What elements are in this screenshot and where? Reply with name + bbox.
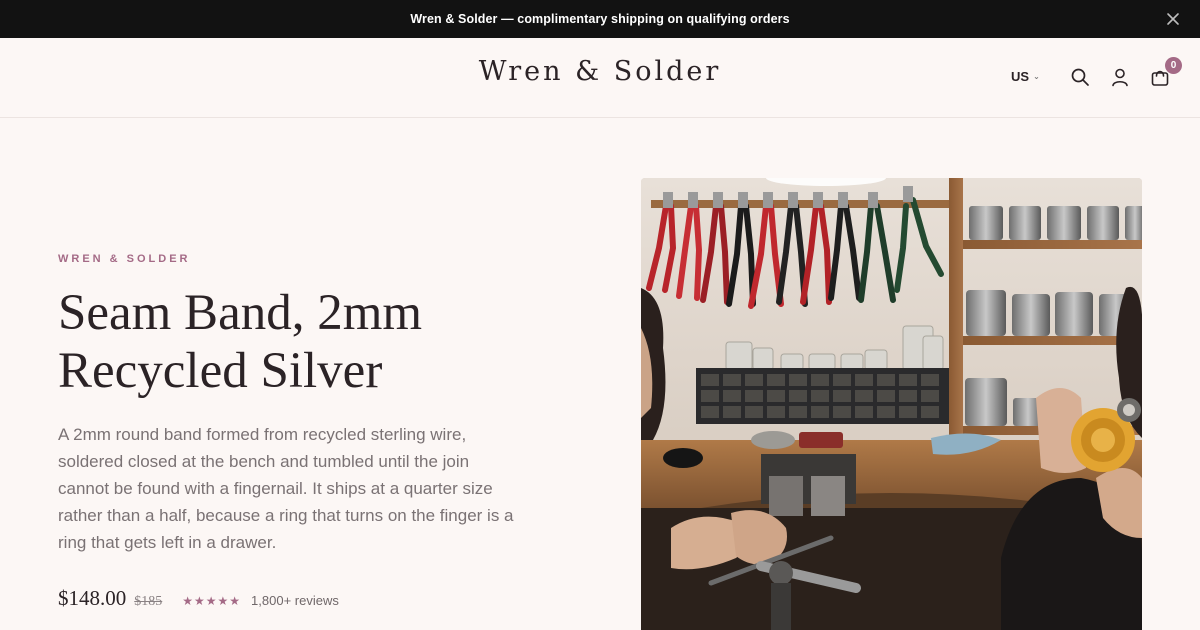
product-title: Seam Band, 2mm Recycled Silver [58,284,578,400]
workbench-photo [641,178,1142,630]
announcement-text: Wren & Solder — complimentary shipping o… [410,12,790,26]
close-icon[interactable] [1166,12,1180,26]
account-icon[interactable] [1110,67,1130,87]
product-description: A 2mm round band formed from recycled st… [58,425,514,552]
search-icon[interactable] [1070,67,1090,87]
locale-label: US [1011,69,1030,84]
star-rating[interactable]: ★★★★★ [182,594,241,608]
cart-count-badge: 0 [1165,57,1182,74]
brand-eyebrow: WREN & SOLDER [58,253,191,265]
product-title-line2: Recycled Silver [58,343,383,399]
locale-selector[interactable]: US ⌄ [1011,69,1040,84]
chevron-down-icon: ⌄ [1033,72,1040,81]
product-title-line1: Seam Band, 2mm [58,285,423,341]
price-row: $148.00 $185 ★★★★★ 1,800+ reviews [58,586,339,611]
reviews-link[interactable]: 1,800+ reviews [251,593,339,608]
compare-price: $185 [134,594,163,609]
product-image [641,178,1142,630]
announcement-bar: Wren & Solder — complimentary shipping o… [0,0,1200,38]
site-header: Wren & Solder US ⌄ 0 [0,38,1200,118]
price: $148.00 [58,586,127,610]
